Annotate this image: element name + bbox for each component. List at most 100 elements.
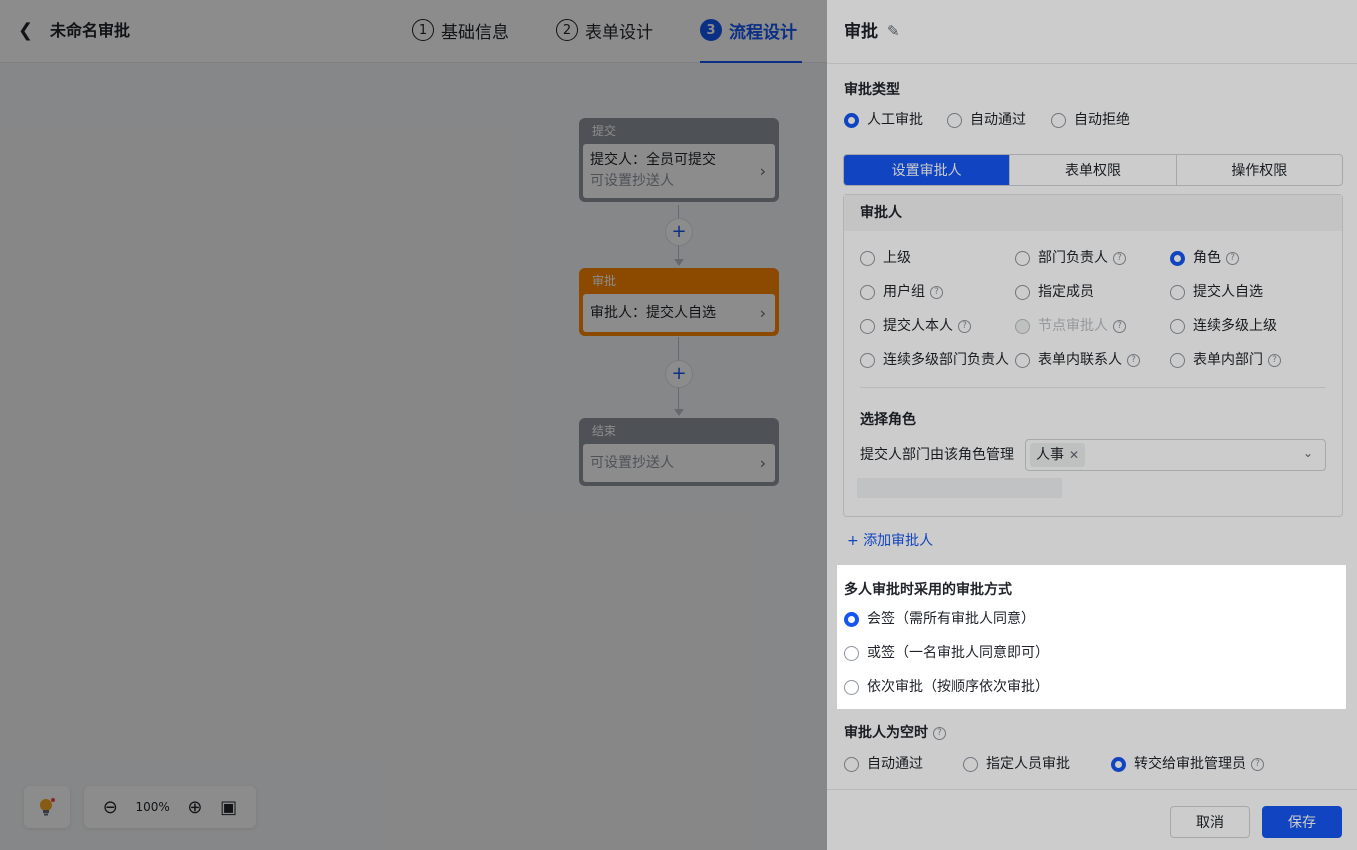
radio-label: 上级 [883,250,911,266]
modal-overlay[interactable] [0,0,827,850]
role-field-label: 提交人部门由该角色管理 [860,445,1014,465]
radio-label: 部门负责人 [1038,250,1108,266]
radio-label: 自动拒绝 [1074,112,1130,128]
radio-empty-auto-pass[interactable]: 自动通过 [844,754,923,774]
radio-dept-head[interactable]: 部门负责人? [1015,248,1126,268]
radio-label: 表单内联系人 [1038,352,1122,368]
radio-superior[interactable]: 上级 [860,248,911,268]
radio-circle [844,611,859,627]
divider [860,387,1326,388]
help-icon[interactable]: ? [1113,251,1126,265]
settings-tabs: 设置审批人 表单权限 操作权限 [843,154,1343,186]
radio-user-group[interactable]: 用户组? [860,282,943,302]
help-icon[interactable]: ? [1127,353,1140,367]
radio-circle [1170,318,1185,334]
radio-circle [844,112,859,128]
tag-label: 人事 [1036,447,1064,463]
select-role-label: 选择角色 [860,412,916,428]
divider [827,789,1357,790]
radio-label: 自动通过 [867,756,923,772]
radio-circle [963,756,978,772]
radio-label: 提交人自选 [1193,284,1263,300]
radio-empty-specified[interactable]: 指定人员审批 [963,754,1070,774]
radio-label: 依次审批（按顺序依次审批） [867,679,1049,695]
radio-circle [860,250,875,266]
radio-circle [860,284,875,300]
help-icon[interactable]: ? [933,726,946,740]
radio-circle [1015,352,1030,368]
drawer-title: 审批 [844,22,878,42]
radio-form-contact[interactable]: 表单内联系人? [1015,350,1140,370]
radio-specified-members[interactable]: 指定成员 [1015,282,1094,302]
radio-circle [844,679,859,695]
help-icon[interactable]: ? [958,319,971,333]
radio-circle [1015,250,1030,266]
flow-canvas: ❮ 未命名审批 1 基础信息 2 表单设计 3 流程设计 提交 提交人：全员可提… [0,0,827,850]
help-icon[interactable]: ? [1226,251,1239,265]
tab-operation-permission[interactable]: 操作权限 [1177,155,1342,185]
radio-label: 节点审批人 [1038,318,1108,334]
radio-label: 用户组 [883,284,925,300]
close-icon[interactable]: ✕ [1069,443,1079,467]
radio-manual-approval[interactable]: 人工审批 [844,110,923,130]
radio-circle [1111,756,1126,772]
radio-label: 人工审批 [867,112,923,128]
radio-circle [947,112,962,128]
radio-multi-level-superior[interactable]: 连续多级上级 [1170,316,1277,336]
radio-or-sign[interactable]: 或签（一名审批人同意即可） [844,643,1049,663]
radio-label: 自动通过 [970,112,1026,128]
add-approver-button[interactable]: + 添加审批人 [847,531,933,551]
field-label: 提交人部门由该角色管理 [860,447,1014,463]
radio-circle [1015,284,1030,300]
section-label: 审批人为空时 [844,725,928,741]
radio-circle [844,756,859,772]
edit-icon[interactable]: ✎ [887,22,900,40]
tab-set-approver[interactable]: 设置审批人 [844,155,1011,185]
radio-empty-admin[interactable]: 转交给审批管理员? [1111,754,1264,774]
radio-submitter-select[interactable]: 提交人自选 [1170,282,1263,302]
radio-sequential[interactable]: 依次审批（按顺序依次审批） [844,677,1049,697]
radio-label: 指定人员审批 [986,756,1070,772]
radio-circle [1051,112,1066,128]
radio-submitter-self[interactable]: 提交人本人? [860,316,971,336]
radio-circle [1170,250,1185,266]
radio-circle [844,645,859,661]
radio-circle [1015,318,1030,334]
radio-node-approver: 节点审批人? [1015,316,1126,336]
add-approver-label: 添加审批人 [863,533,934,549]
radio-role[interactable]: 角色? [1170,248,1239,268]
help-icon[interactable]: ? [1251,757,1264,771]
help-icon[interactable]: ? [930,285,943,299]
cancel-button[interactable]: 取消 [1170,806,1250,838]
radio-countersign[interactable]: 会签（需所有审批人同意） [844,609,1035,629]
approval-type-label: 审批类型 [844,82,900,98]
plus-icon: + [847,533,864,549]
radio-auto-reject[interactable]: 自动拒绝 [1051,110,1130,130]
chevron-down-icon: ⌄ [1302,446,1313,460]
help-icon[interactable]: ? [1268,353,1281,367]
radio-circle [1170,352,1185,368]
radio-label: 或签（一名审批人同意即可） [867,645,1049,661]
approver-label: 审批人 [860,205,902,221]
radio-label: 会签（需所有审批人同意） [867,611,1035,627]
radio-multi-level-dept-head[interactable]: 连续多级部门负责人 [860,350,1009,370]
role-tag: 人事 ✕ [1030,443,1086,467]
approver-panel-header [844,195,1342,231]
divider [827,63,1357,64]
radio-label: 表单内部门 [1193,352,1263,368]
role-select[interactable]: 人事 ✕ ⌄ [1025,439,1326,471]
radio-label: 连续多级部门负责人 [883,352,1009,368]
help-icon[interactable]: ? [1113,319,1126,333]
radio-auto-pass[interactable]: 自动通过 [947,110,1026,130]
tab-form-permission[interactable]: 表单权限 [1010,155,1177,185]
radio-form-department[interactable]: 表单内部门? [1170,350,1281,370]
radio-label: 转交给审批管理员 [1134,756,1246,772]
radio-label: 指定成员 [1038,284,1094,300]
radio-label: 角色 [1193,250,1221,266]
radio-circle [860,318,875,334]
empty-approver-label: 审批人为空时? [844,723,946,743]
multi-mode-label: 多人审批时采用的审批方式 [844,582,1012,598]
save-button[interactable]: 保存 [1262,806,1342,838]
radio-circle [1170,284,1185,300]
radio-label: 提交人本人 [883,318,953,334]
